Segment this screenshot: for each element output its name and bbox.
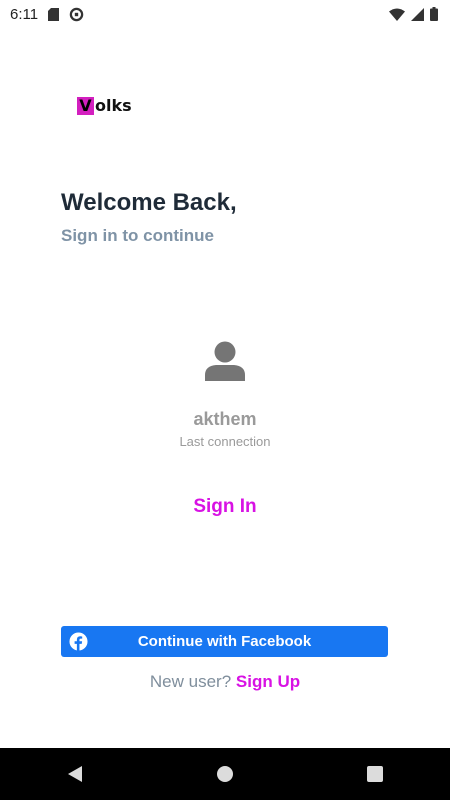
sign-in-button[interactable]: Sign In — [0, 496, 450, 518]
back-icon[interactable] — [45, 748, 105, 800]
battery-icon — [430, 7, 438, 21]
status-bar: 6:11 — [0, 0, 450, 28]
signup-prompt: New user? Sign Up — [0, 672, 450, 692]
navigation-bar — [0, 748, 450, 800]
logo-initial: V — [77, 96, 94, 115]
status-time: 6:11 — [10, 5, 39, 23]
status-right — [389, 7, 450, 21]
signal-icon — [411, 7, 424, 21]
sign-up-link[interactable]: Sign Up — [236, 672, 300, 691]
welcome-title: Welcome Back, — [61, 189, 237, 216]
wifi-icon — [389, 8, 405, 21]
last-connection-caption: Last connection — [179, 434, 271, 449]
facebook-icon — [69, 632, 88, 651]
home-icon[interactable] — [195, 748, 255, 800]
sd-card-icon — [48, 7, 60, 21]
continue-with-facebook-button[interactable]: Continue with Facebook — [61, 626, 388, 657]
account-username: akthem — [193, 409, 257, 429]
logo-text: olks — [95, 96, 132, 115]
recents-icon[interactable] — [345, 748, 405, 800]
welcome-subtitle: Sign in to continue — [61, 226, 214, 245]
app-logo: V olks — [77, 96, 132, 115]
avatar-icon — [202, 341, 248, 381]
data-saver-icon — [69, 7, 84, 22]
facebook-button-label: Continue with Facebook — [137, 633, 312, 650]
status-left: 6:11 — [0, 6, 84, 23]
new-user-text: New user? — [149, 672, 232, 691]
